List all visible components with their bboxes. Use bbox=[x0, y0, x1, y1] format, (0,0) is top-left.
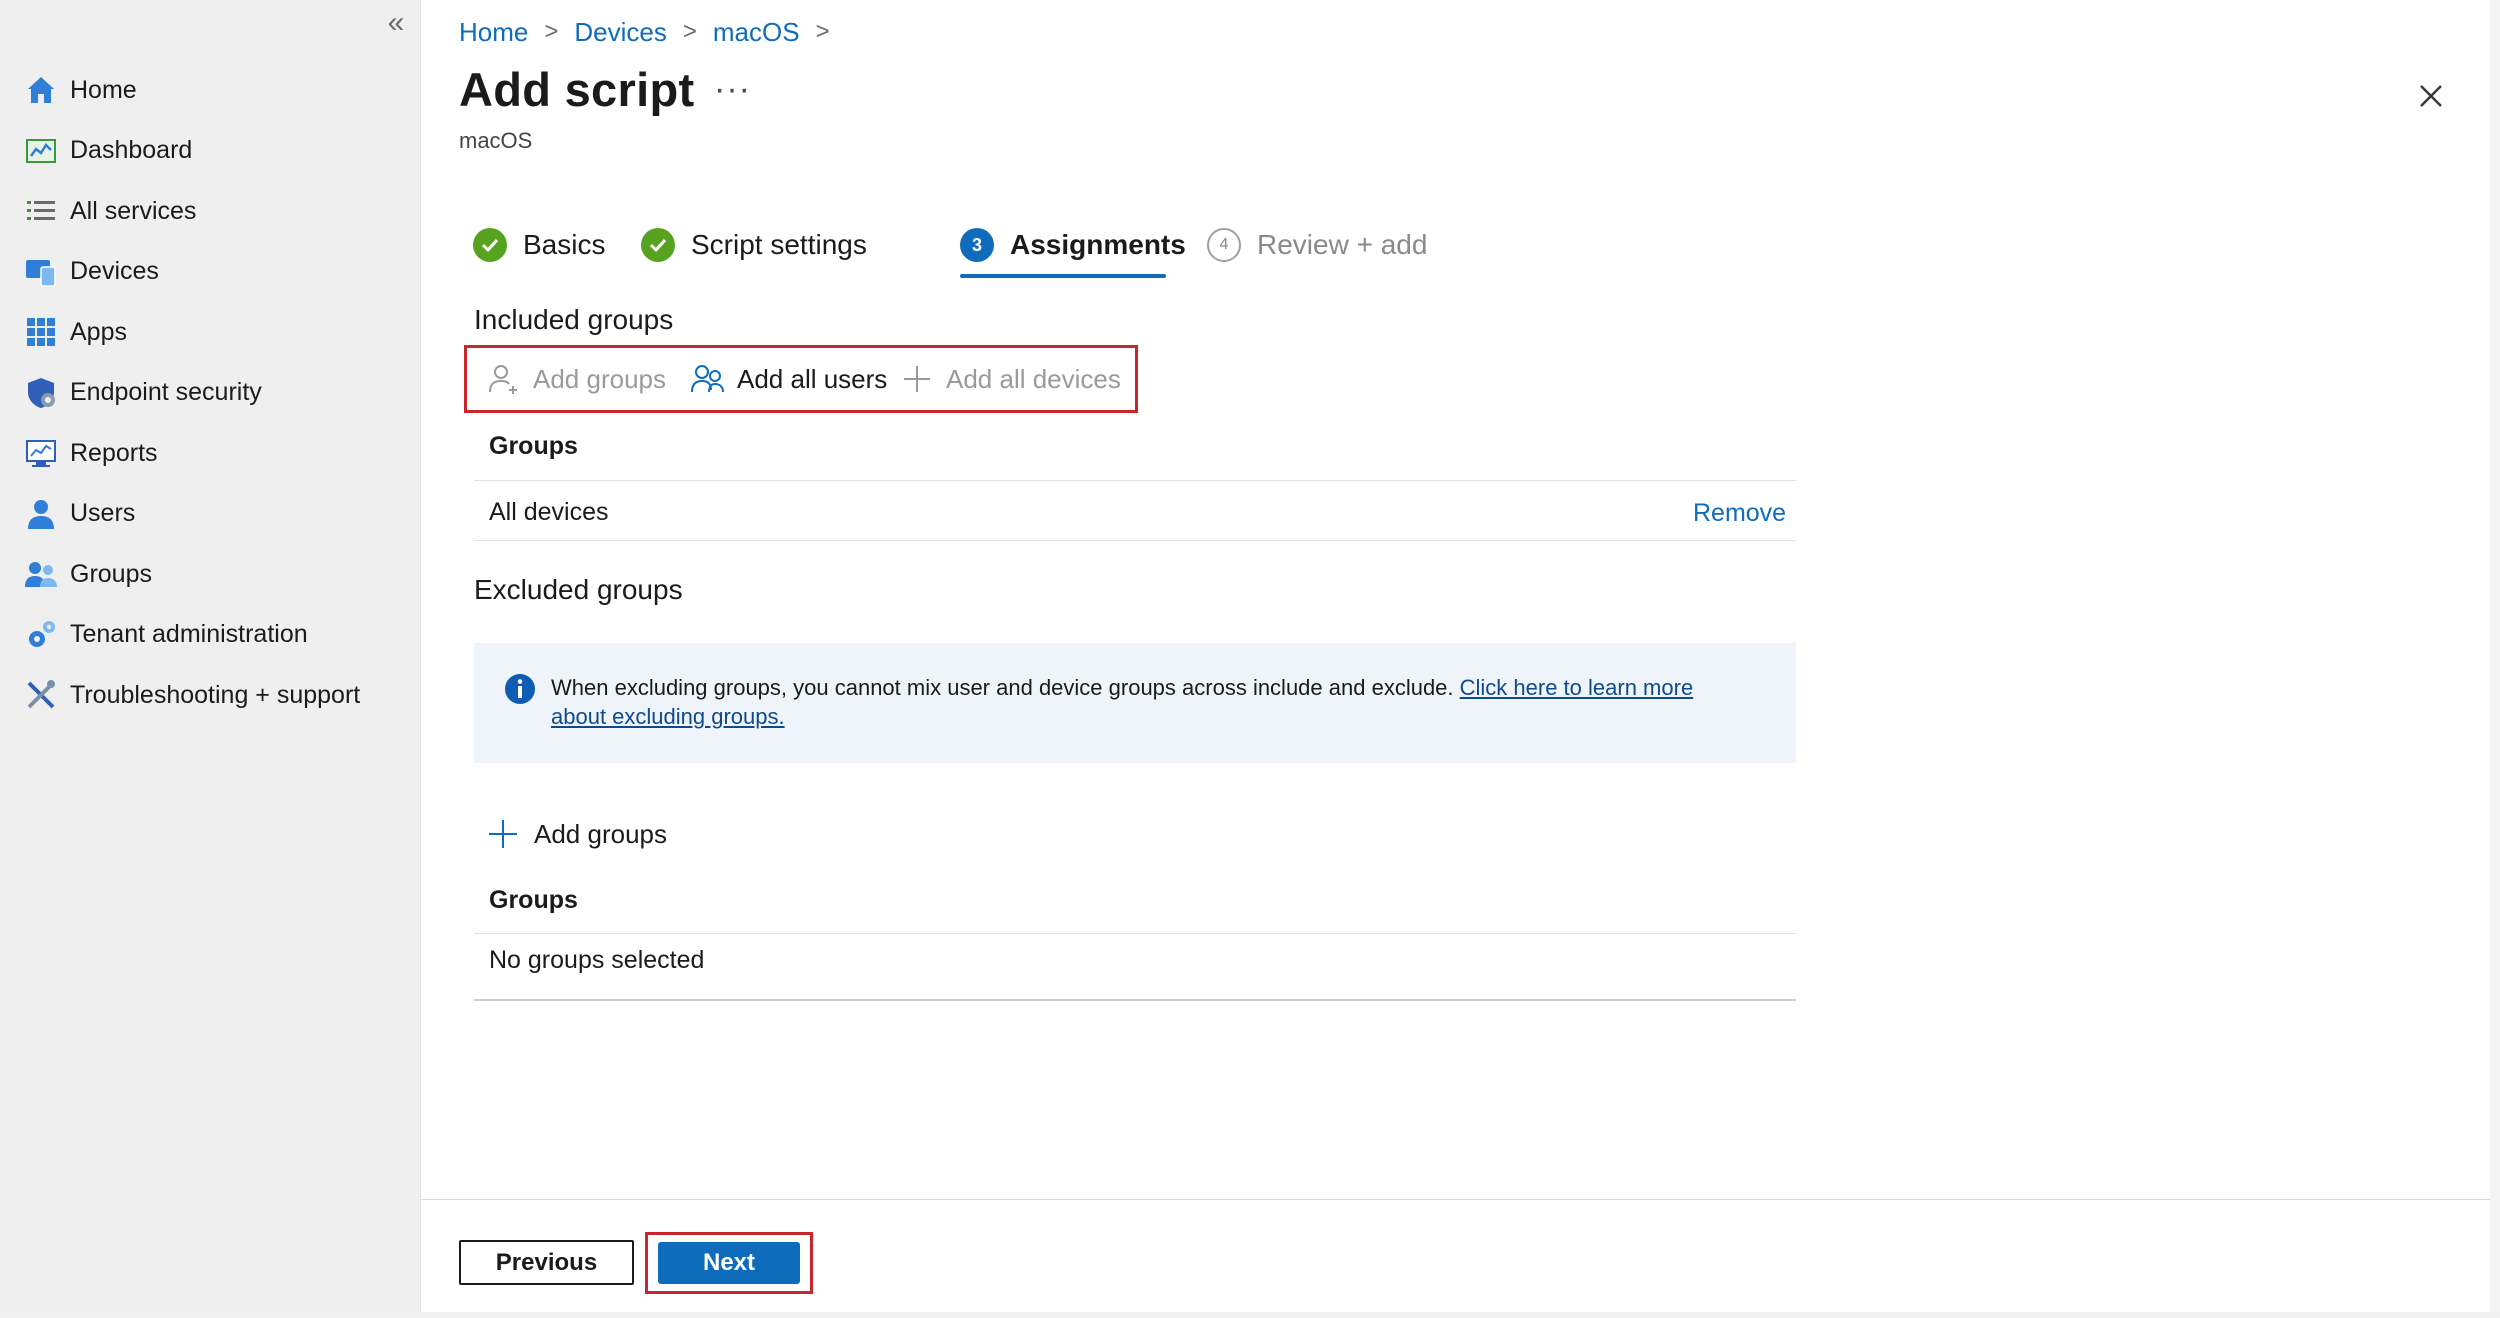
sidebar-item-endpoint-security[interactable]: Endpoint security bbox=[0, 363, 420, 424]
sidebar-item-label: Apps bbox=[70, 317, 127, 346]
included-groups-command-bar: Add groups Add all users Add all devices bbox=[464, 345, 1138, 413]
close-icon[interactable] bbox=[2411, 76, 2451, 116]
sidebar-item-all-services[interactable]: All services bbox=[0, 181, 420, 242]
groups-column-header: Groups bbox=[489, 886, 578, 914]
step-number-badge: 4 bbox=[1207, 228, 1241, 262]
previous-button[interactable]: Previous bbox=[459, 1240, 634, 1285]
divider bbox=[474, 933, 1796, 934]
sidebar-item-label: Troubleshooting + support bbox=[70, 680, 361, 709]
sidebar-item-devices[interactable]: Devices bbox=[0, 242, 420, 303]
add-groups-label: Add groups bbox=[533, 363, 666, 394]
page-subtitle: macOS bbox=[459, 128, 533, 153]
sidebar-item-apps[interactable]: Apps bbox=[0, 302, 420, 363]
sidebar-item-label: Home bbox=[70, 75, 137, 104]
step-script-settings[interactable]: Script settings bbox=[641, 222, 867, 268]
add-user-icon bbox=[489, 365, 517, 394]
apps-grid-icon bbox=[27, 318, 55, 347]
sidebar-item-users[interactable]: Users bbox=[0, 484, 420, 545]
sidebar-item-groups[interactable]: Groups bbox=[0, 544, 420, 605]
window-edge bbox=[2490, 0, 2500, 1318]
add-all-devices-button[interactable]: Add all devices bbox=[900, 348, 1121, 410]
divider bbox=[474, 480, 1796, 481]
next-button-highlight: Next bbox=[645, 1232, 813, 1294]
more-options-icon[interactable]: ··· bbox=[714, 70, 751, 109]
plus-icon bbox=[904, 366, 930, 392]
sidebar-item-label: Users bbox=[70, 499, 136, 528]
step-number-badge: 3 bbox=[960, 228, 994, 262]
sidebar-item-tenant-administration[interactable]: Tenant administration bbox=[0, 605, 420, 666]
included-groups-heading: Included groups bbox=[474, 304, 674, 335]
sidebar-item-label: All services bbox=[70, 196, 197, 225]
left-nav-sidebar: « Home Dashboard All services Devices Ap… bbox=[0, 0, 421, 1312]
add-all-devices-label: Add all devices bbox=[946, 363, 1121, 394]
add-all-users-label: Add all users bbox=[737, 363, 888, 394]
info-banner: When excluding groups, you cannot mix us… bbox=[474, 643, 1796, 763]
chevron-right-icon: > bbox=[544, 18, 559, 45]
gear-icon bbox=[29, 620, 55, 647]
add-excluded-groups-button[interactable]: Add groups bbox=[487, 814, 667, 854]
info-message: When excluding groups, you cannot mix us… bbox=[551, 675, 1460, 700]
checkmark-icon bbox=[473, 228, 507, 262]
groups-icon bbox=[25, 562, 57, 588]
excluded-groups-heading: Excluded groups bbox=[474, 574, 683, 605]
collapse-sidebar-icon[interactable]: « bbox=[382, 8, 410, 38]
breadcrumb: Home > Devices > macOS > bbox=[459, 14, 846, 50]
sidebar-item-home[interactable]: Home bbox=[0, 60, 420, 121]
reports-icon bbox=[26, 440, 56, 468]
step-label: Basics bbox=[523, 229, 606, 260]
sidebar-item-label: Endpoint security bbox=[70, 378, 262, 407]
page-title: Add script bbox=[459, 63, 695, 116]
sidebar-item-label: Dashboard bbox=[70, 136, 193, 165]
sidebar-item-label: Tenant administration bbox=[70, 620, 308, 649]
add-all-users-icon bbox=[691, 365, 724, 393]
breadcrumb-home[interactable]: Home bbox=[459, 17, 528, 48]
list-icon bbox=[27, 201, 55, 221]
wizard-footer: Previous Next bbox=[421, 1199, 2490, 1313]
chevron-right-icon: > bbox=[815, 18, 830, 45]
step-label: Assignments bbox=[1010, 229, 1186, 260]
sidebar-item-label: Reports bbox=[70, 438, 158, 467]
chevron-right-icon: > bbox=[682, 18, 697, 45]
divider bbox=[474, 540, 1796, 541]
shield-icon bbox=[28, 377, 55, 408]
step-label: Review + add bbox=[1257, 229, 1428, 260]
dashboard-icon bbox=[26, 138, 56, 163]
empty-state-text: No groups selected bbox=[489, 946, 705, 974]
sidebar-item-troubleshooting-support[interactable]: Troubleshooting + support bbox=[0, 665, 420, 726]
add-groups-label: Add groups bbox=[534, 818, 667, 849]
info-banner-text: When excluding groups, you cannot mix us… bbox=[551, 673, 1751, 731]
step-basics[interactable]: Basics bbox=[473, 222, 605, 268]
checkmark-icon bbox=[641, 228, 675, 262]
nav-list: Home Dashboard All services Devices Apps… bbox=[0, 60, 420, 726]
plus-icon bbox=[489, 820, 517, 848]
info-icon bbox=[505, 674, 535, 704]
step-assignments[interactable]: 3 Assignments bbox=[960, 222, 1186, 268]
add-all-users-button[interactable]: Add all users bbox=[691, 348, 887, 410]
sidebar-item-dashboard[interactable]: Dashboard bbox=[0, 121, 420, 182]
remove-link[interactable]: Remove bbox=[1693, 499, 1786, 528]
add-groups-button[interactable]: Add groups bbox=[487, 348, 666, 410]
divider bbox=[474, 999, 1796, 1001]
step-review-add[interactable]: 4 Review + add bbox=[1207, 222, 1427, 268]
step-label: Script settings bbox=[691, 229, 867, 260]
next-button[interactable]: Next bbox=[658, 1242, 800, 1284]
main-panel: Home > Devices > macOS > Add script ··· … bbox=[421, 0, 2490, 1313]
active-step-underline bbox=[960, 274, 1166, 278]
breadcrumb-devices[interactable]: Devices bbox=[574, 17, 666, 48]
sidebar-item-label: Groups bbox=[70, 559, 152, 588]
breadcrumb-macos[interactable]: macOS bbox=[713, 17, 800, 48]
user-icon bbox=[28, 499, 54, 529]
home-icon bbox=[28, 77, 54, 104]
sidebar-item-reports[interactable]: Reports bbox=[0, 423, 420, 484]
groups-column-header: Groups bbox=[489, 432, 578, 460]
sidebar-item-label: Devices bbox=[70, 257, 159, 286]
devices-icon bbox=[26, 259, 56, 287]
window-edge bbox=[0, 1312, 2500, 1318]
tools-icon bbox=[27, 680, 55, 709]
group-name: All devices bbox=[489, 498, 609, 526]
